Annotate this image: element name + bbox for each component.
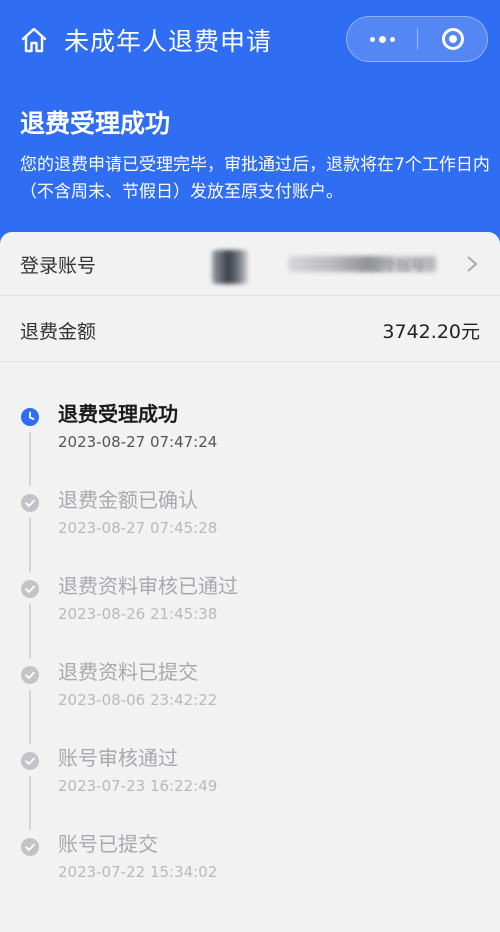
step-name: 账号已提交: [58, 832, 158, 856]
amount-row: 退费金额 3742.20元: [0, 298, 500, 362]
timeline-step: 退费受理成功 2023-08-27 07:47:24: [0, 398, 500, 486]
timeline-connector: [29, 604, 31, 658]
result-description: 您的退费申请已受理完毕，审批通过后，退款将在7个工作日内（不含周末、节假日）发放…: [20, 155, 490, 202]
step-name: 退费金额已确认: [58, 488, 198, 512]
check-circle-icon: [21, 494, 39, 512]
step-name: 退费资料审核已通过: [58, 574, 238, 598]
home-button[interactable]: [18, 24, 50, 56]
amount-value: 3742.20元: [382, 321, 480, 343]
amount-label: 退费金额: [20, 321, 97, 343]
account-avatar-blurred: [212, 250, 248, 284]
timeline-connector: [29, 432, 31, 486]
step-time: 2023-07-22 15:34:02: [58, 863, 218, 881]
step-time: 2023-08-27 07:47:24: [58, 433, 218, 451]
check-circle-icon: [21, 838, 39, 856]
home-icon: [21, 27, 47, 53]
step-name: 退费受理成功: [58, 402, 178, 426]
timeline-step: 退费资料审核已通过 2023-08-26 21:45:38: [0, 570, 500, 658]
account-row[interactable]: 登录账号 共2个账号: [0, 232, 500, 296]
result-title: 退费受理成功: [20, 109, 171, 138]
timeline-connector: [29, 518, 31, 572]
clock-icon: [21, 408, 39, 426]
timeline-step: 退费金额已确认 2023-08-27 07:45:28: [0, 484, 500, 572]
step-time: 2023-08-06 23:42:22: [58, 691, 218, 709]
mini-program-capsule: [346, 16, 488, 62]
timeline-step: 账号审核通过 2023-07-23 16:22:49: [0, 742, 500, 830]
step-time: 2023-08-26 21:45:38: [58, 605, 218, 623]
account-label: 登录账号: [20, 255, 97, 277]
timeline-connector: [29, 776, 31, 830]
more-button[interactable]: [347, 17, 417, 61]
step-name: 退费资料已提交: [58, 660, 198, 684]
account-count: 共2个账号: [360, 259, 425, 275]
check-circle-icon: [21, 752, 39, 770]
close-button[interactable]: [418, 17, 488, 61]
header: 未成年人退费申请: [0, 0, 500, 80]
step-name: 账号审核通过: [58, 746, 178, 770]
timeline-connector: [29, 690, 31, 744]
timeline-step: 退费资料已提交 2023-08-06 23:42:22: [0, 656, 500, 744]
check-circle-icon: [21, 580, 39, 598]
detail-card: 登录账号 共2个账号 退费金额 3742.20元 退费受理成功 2023-08-…: [0, 232, 500, 932]
target-close-icon: [442, 28, 464, 50]
more-dots-icon: [369, 35, 395, 43]
step-time: 2023-08-27 07:45:28: [58, 519, 218, 537]
step-time: 2023-07-23 16:22:49: [58, 777, 218, 795]
check-circle-icon: [21, 666, 39, 684]
timeline-step: 账号已提交 2023-07-22 15:34:02: [0, 828, 500, 914]
app-title: 未成年人退费申请: [64, 27, 273, 56]
chevron-right-icon: [467, 256, 478, 272]
